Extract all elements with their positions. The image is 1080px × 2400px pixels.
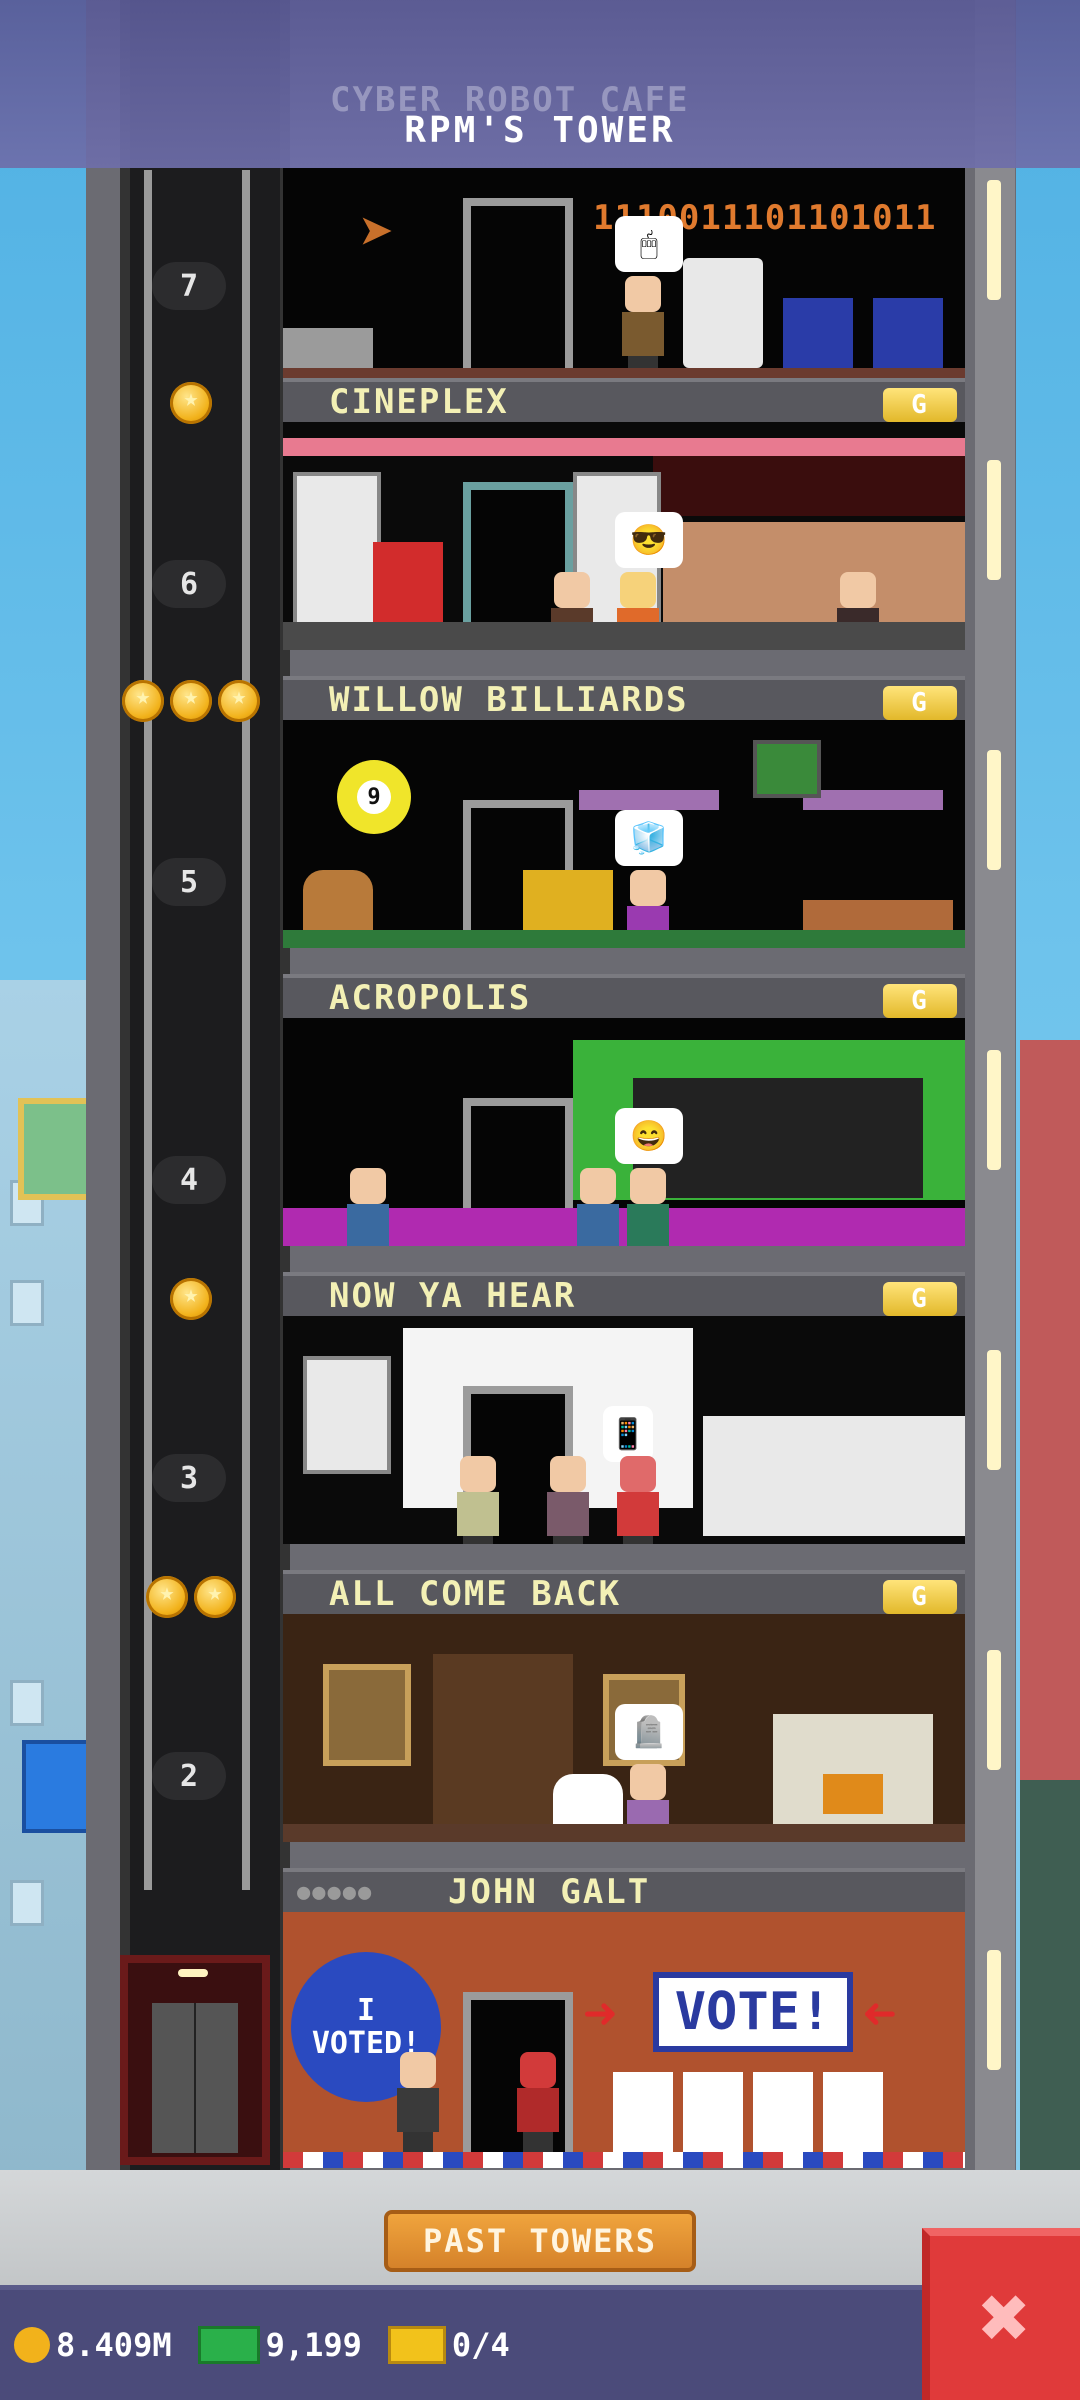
thought-bubble: 🧊 bbox=[615, 810, 683, 866]
bitizen[interactable] bbox=[623, 1168, 673, 1246]
coin-icon[interactable] bbox=[194, 1576, 236, 1618]
coin-icon[interactable] bbox=[170, 1278, 212, 1320]
ballot-box bbox=[683, 2072, 743, 2152]
city-building-right-2 bbox=[1020, 1780, 1080, 2180]
bux-icon bbox=[197, 2326, 260, 2364]
tower-title: RPM'S TOWER bbox=[404, 110, 676, 151]
elevator-shaft[interactable] bbox=[120, 0, 290, 2180]
dog bbox=[523, 870, 613, 930]
floor-2-room[interactable]: 🪦 bbox=[283, 1614, 965, 1842]
floor-label-acropolis[interactable]: ACROPOLIS G bbox=[283, 974, 965, 1018]
ticket-stat: 0/4 bbox=[387, 2326, 510, 2364]
bitizen[interactable] bbox=[343, 1168, 393, 1246]
bitizen[interactable] bbox=[618, 276, 668, 376]
floor-label-now-ya-hear[interactable]: NOW YA HEAR G bbox=[283, 1272, 965, 1316]
record-shelves bbox=[703, 1416, 965, 1536]
gold-badge-icon[interactable]: G bbox=[883, 1282, 957, 1316]
floor-7-room[interactable]: ➤ 1110011101101011 🖱 bbox=[283, 168, 965, 396]
vote-sign: VOTE! bbox=[653, 1972, 853, 2052]
floor-5-room[interactable]: 9 🧊 bbox=[283, 720, 965, 948]
arrow-left-icon: ➜ bbox=[863, 1982, 897, 2047]
coin-icon[interactable] bbox=[170, 382, 212, 424]
coin-icon bbox=[14, 2327, 50, 2363]
gold-badge-icon[interactable]: G bbox=[883, 1580, 957, 1614]
floor-name: WILLOW BILLIARDS bbox=[329, 680, 689, 720]
close-icon: ✖ bbox=[979, 2268, 1031, 2368]
cursor-icon: ➤ bbox=[359, 198, 396, 268]
coin-icon[interactable] bbox=[122, 680, 164, 722]
ballot-box bbox=[613, 2072, 673, 2152]
bitizen[interactable] bbox=[543, 1456, 593, 1544]
floor-number: 2 bbox=[152, 1752, 226, 1800]
elevator-car[interactable] bbox=[120, 1955, 270, 2165]
coin-count: 8.409M bbox=[56, 2326, 172, 2364]
poster bbox=[303, 1356, 391, 1474]
robot bbox=[683, 258, 763, 368]
phone-icon: 📱 bbox=[603, 1406, 653, 1462]
top-header: CYBER ROBOT CAFE RPM'S TOWER bbox=[0, 0, 1080, 168]
movie-poster bbox=[293, 472, 381, 630]
past-towers-button[interactable]: PAST TOWERS bbox=[384, 2210, 696, 2272]
coin-icon[interactable] bbox=[218, 680, 260, 722]
floor-number: 5 bbox=[152, 858, 226, 906]
billboard-screen-icon bbox=[22, 1740, 96, 1833]
thought-bubble: 🪦 bbox=[615, 1704, 683, 1760]
gold-badge-icon[interactable]: G bbox=[883, 388, 957, 422]
floor-name: NOW YA HEAR bbox=[329, 1276, 577, 1316]
thought-bubble: 🖱 bbox=[615, 216, 683, 272]
stats-bar: 8.409M 9,199 0/4 bbox=[0, 2290, 930, 2400]
arrow-right-icon: ➜ bbox=[583, 1982, 617, 2047]
floor-label-cineplex[interactable]: CINEPLEX G bbox=[283, 378, 965, 422]
vacancy-dots: ●●●●● bbox=[297, 1879, 374, 1905]
bitizen[interactable] bbox=[573, 1168, 623, 1246]
elevator-rail bbox=[242, 170, 250, 1890]
floor-name: CINEPLEX bbox=[329, 382, 509, 422]
ticket-count: 0/4 bbox=[451, 2326, 510, 2364]
wardrobe bbox=[433, 1654, 573, 1834]
ticket-icon bbox=[387, 2326, 446, 2364]
bitizen[interactable] bbox=[393, 2052, 443, 2152]
floor-label-all-come-back[interactable]: ALL COME BACK G bbox=[283, 1570, 965, 1614]
coin-icon[interactable] bbox=[146, 1576, 188, 1618]
ballot-box bbox=[823, 2072, 883, 2152]
floor-number: 3 bbox=[152, 1454, 226, 1502]
bitizen[interactable] bbox=[613, 1456, 663, 1544]
billiard-ball-icon: 9 bbox=[337, 760, 411, 834]
elevator-rail bbox=[144, 170, 152, 1890]
floor-name: JOHN GALT bbox=[448, 1872, 651, 1912]
coin-icon[interactable] bbox=[170, 680, 212, 722]
lobby-room[interactable]: I VOTED! VOTE! ➜ ➜ bbox=[283, 1912, 965, 2168]
floor-6-room[interactable]: 😎 bbox=[283, 422, 965, 650]
bitizen[interactable] bbox=[513, 2052, 563, 2152]
thought-bubble: 😎 bbox=[615, 512, 683, 568]
thought-bubble: 😄 bbox=[615, 1108, 683, 1164]
room-door bbox=[463, 198, 573, 376]
floor-name: ALL COME BACK bbox=[329, 1574, 622, 1614]
floor-name: ACROPOLIS bbox=[329, 978, 532, 1018]
floor-3-room[interactable]: 📱 bbox=[283, 1316, 965, 1544]
floor-number: 7 bbox=[152, 262, 226, 310]
bux-count: 9,199 bbox=[265, 2326, 362, 2364]
floor-label-john-galt[interactable]: ●●●●● JOHN GALT bbox=[283, 1868, 965, 1912]
gold-badge-icon[interactable]: G bbox=[883, 686, 957, 720]
portrait bbox=[323, 1664, 411, 1766]
tv-screen bbox=[753, 740, 821, 798]
gold-badge-icon[interactable]: G bbox=[883, 984, 957, 1018]
tower-pillar-right bbox=[975, 0, 1015, 2180]
floor-number: 4 bbox=[152, 1156, 226, 1204]
close-button[interactable]: ✖ bbox=[922, 2228, 1080, 2400]
floor-4-room[interactable]: 😄 bbox=[283, 1018, 965, 1246]
ballot-box bbox=[753, 2072, 813, 2152]
bux-stat: 9,199 bbox=[197, 2326, 362, 2364]
floor-label-willow-billiards[interactable]: WILLOW BILLIARDS G bbox=[283, 676, 965, 720]
bitizen[interactable] bbox=[453, 1456, 503, 1544]
floor-number: 6 bbox=[152, 560, 226, 608]
coin-stat: 8.409M bbox=[14, 2326, 172, 2364]
